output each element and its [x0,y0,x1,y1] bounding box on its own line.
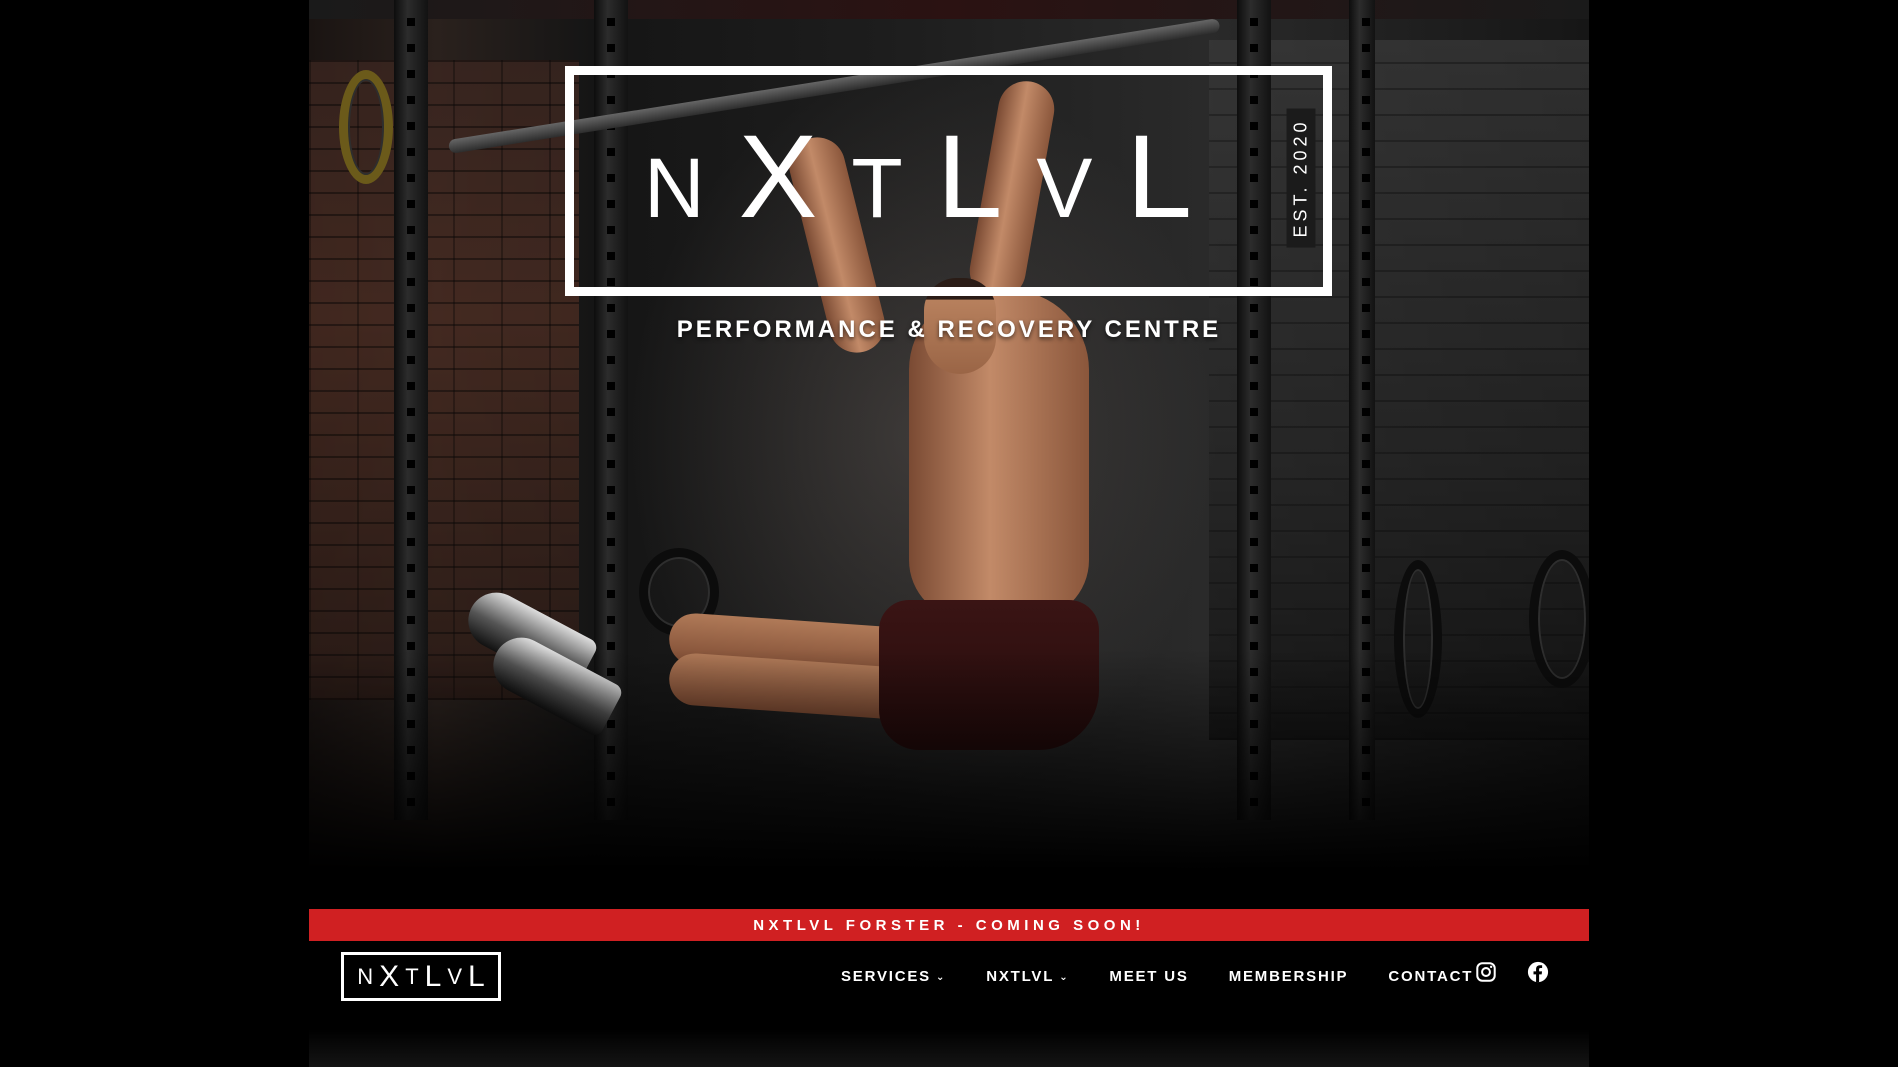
hero-logo-wordmark: NXTLVL [643,111,1226,243]
announcement-banner[interactable]: NXTLVL FORSTER - COMING SOON! [309,909,1589,941]
hero-bottom-fade [309,649,1589,909]
established-label: EST. 2020 [1286,108,1316,248]
gym-ring [339,70,393,184]
site-logo[interactable]: NXTLVL [341,952,501,1001]
instagram-link[interactable] [1473,959,1499,985]
hero-top-strip [309,0,1589,19]
nav-item-label: SERVICES [841,967,931,985]
hero-logo: NXTLVL EST. 2020 [565,66,1332,296]
nav-item-label: CONTACT [1388,967,1474,985]
nav-item-meet-us[interactable]: MEET US [1109,968,1188,985]
instagram-icon [1476,962,1496,982]
nav-item-contact[interactable]: CONTACT [1388,968,1473,985]
facebook-icon [1527,961,1549,983]
nav-item-services[interactable]: SERVICES ⌄ [841,968,946,985]
nav-item-label: MEET US [1109,967,1189,985]
nav-item-label: NXTLVL [986,967,1055,985]
hero-section: NXTLVL EST. 2020 PERFORMANCE & RECOVERY … [309,0,1589,909]
announcement-text: NXTLVL FORSTER - COMING SOON! [753,916,1145,934]
nav-item-membership[interactable]: MEMBERSHIP [1229,968,1349,985]
nav-item-label: MEMBERSHIP [1228,967,1349,985]
nav-item-nxtlvl[interactable]: NXTLVL ⌄ [986,968,1069,985]
chevron-down-icon: ⌄ [936,971,947,983]
page: NXTLVL EST. 2020 PERFORMANCE & RECOVERY … [0,0,1898,1067]
main-nav: SERVICES ⌄ NXTLVL ⌄ MEET US MEMBERSHIP C… [841,961,1473,991]
site-header: NXTLVL SERVICES ⌄ NXTLVL ⌄ MEET US MEMBE… [309,941,1589,1067]
hero-tagline: PERFORMANCE & RECOVERY CENTRE [676,316,1222,343]
facebook-link[interactable] [1525,959,1551,985]
chevron-down-icon: ⌄ [1059,971,1070,983]
